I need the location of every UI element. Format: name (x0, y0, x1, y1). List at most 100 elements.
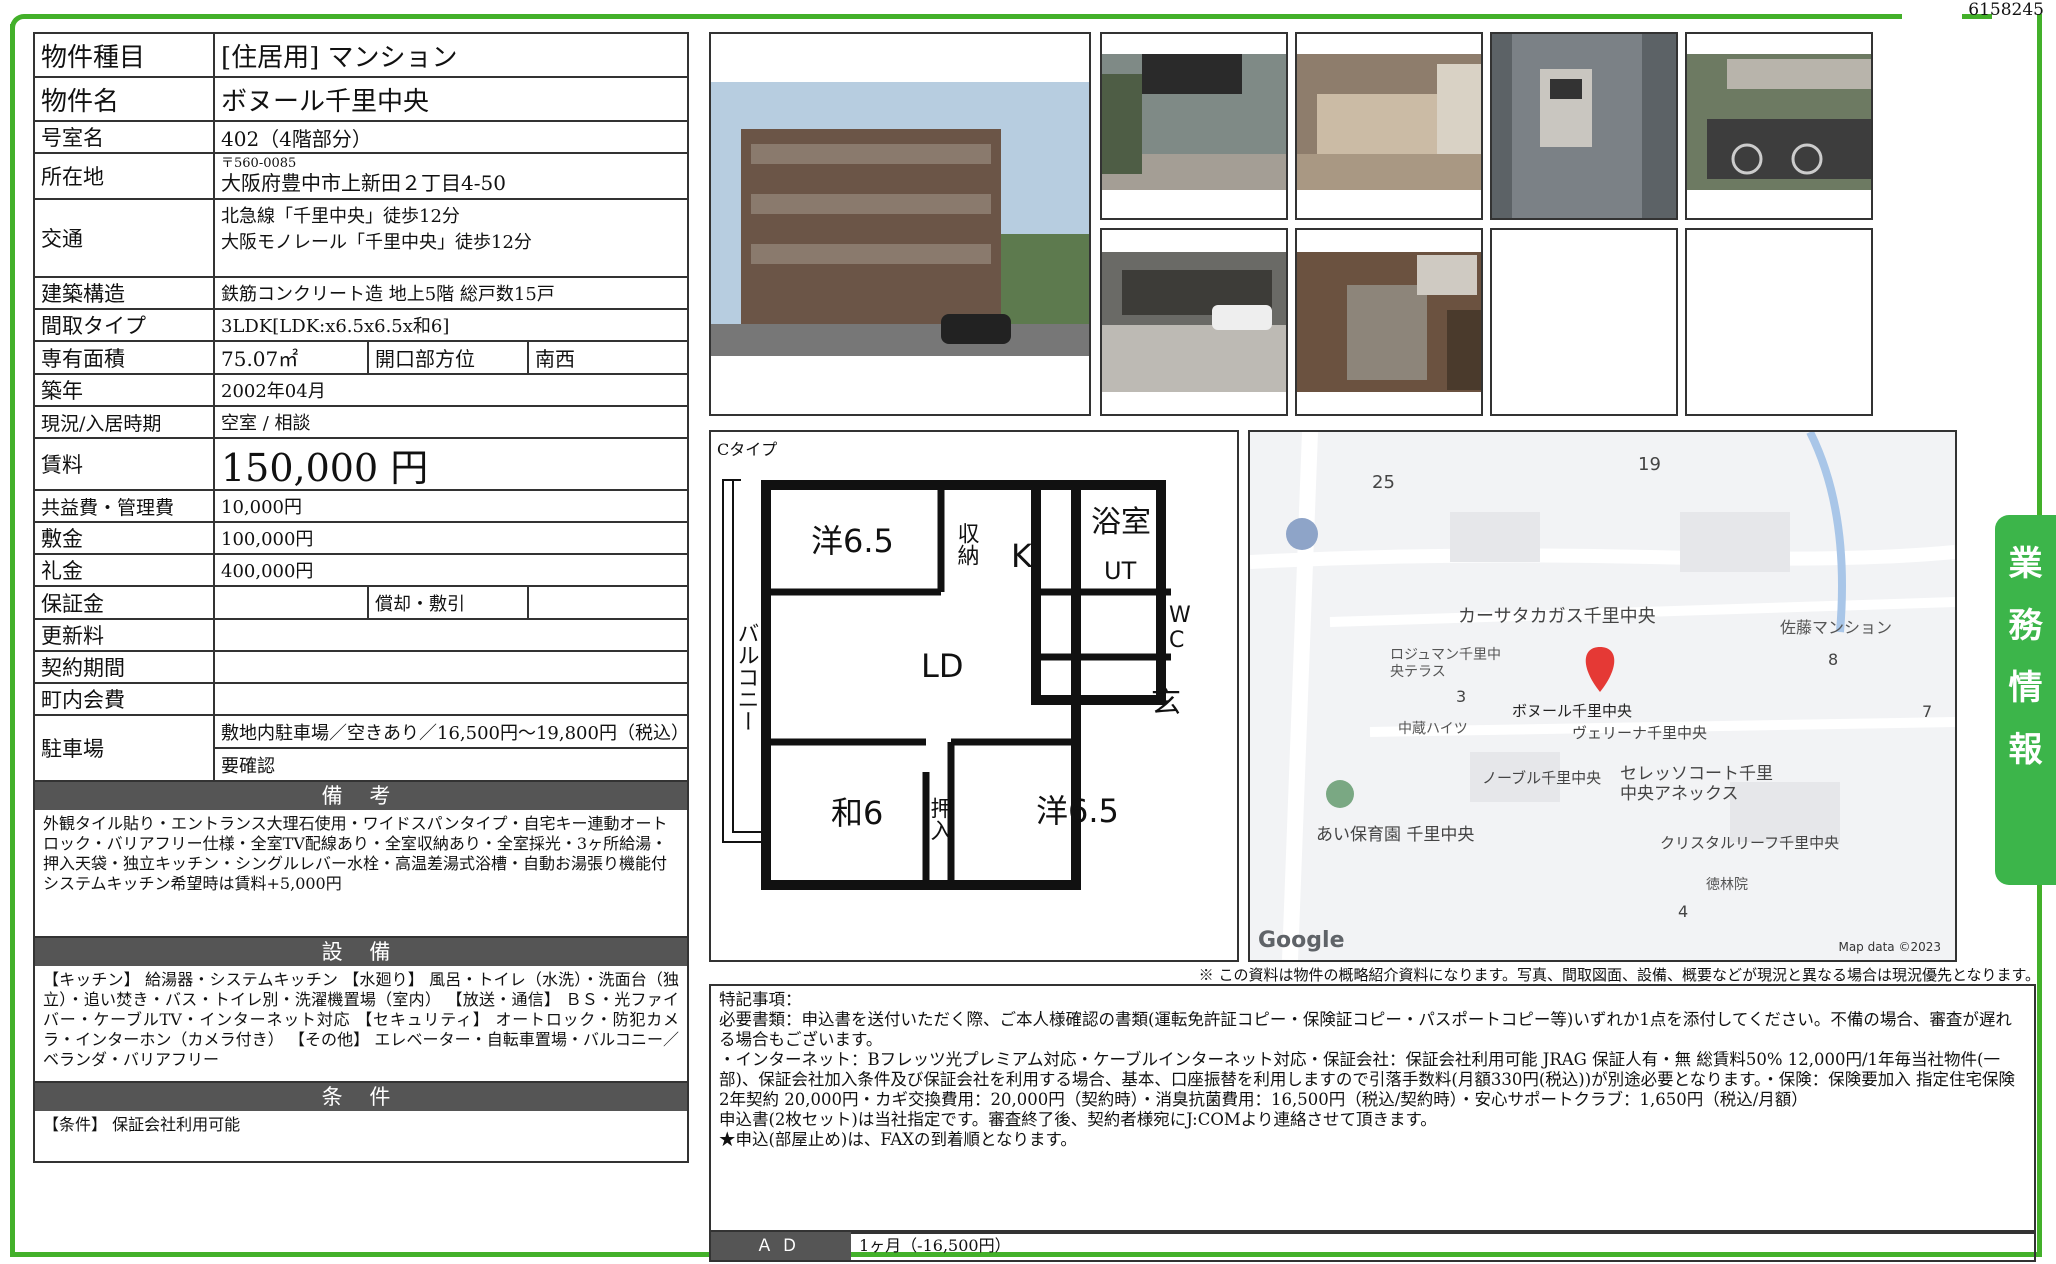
parking-cell: 敷地内駐車場／空きあり／16,500円～19,800円（税込） 要確認 (215, 716, 689, 780)
room-western-1: 洋6.5 (811, 522, 894, 560)
label-contract-period: 契約期間 (35, 652, 215, 682)
special-notes-title: 特記事項： (719, 990, 802, 1009)
room-number: 402（4階部分） (221, 126, 372, 151)
special-notes: 特記事項： 必要書類：申込書を送付いただく際、ご本人様確認の書類(運転免許証コピ… (709, 984, 2036, 1234)
map-label-7: 7 (1922, 702, 1933, 721)
address: 大阪府豊中市上新田２丁目4-50 (221, 171, 506, 195)
postal-code: 〒560-0085 (221, 156, 297, 171)
label-rent: 賃料 (35, 439, 215, 489)
frame-top (40, 14, 1902, 19)
photo-intercom[interactable] (1490, 32, 1678, 220)
remarks-rent-note: システムキッチン希望時は賃料+5,000円 (43, 874, 342, 893)
location-map[interactable]: 25 19 カーサタカガス千里中央 佐藤マンション ロジュマン千里中央テラス 8… (1248, 430, 1957, 962)
ad-label: ＡＤ (711, 1232, 851, 1260)
label-status: 現況/入居時期 (35, 407, 215, 437)
transport-line-2: 大阪モノレール「千里中央」徒歩12分 (221, 232, 532, 253)
label-guarantee: 保証金 (35, 587, 215, 618)
room-closet: 押入 (927, 797, 953, 841)
label-property-name: 物件名 (35, 78, 215, 120)
room-wc-w: W (1169, 603, 1191, 628)
exterior-photo-image (711, 82, 1089, 356)
notes-line-internet: ・インターネット：Bフレッツ光プレミアム対応・ケーブルインターネット対応・保証会… (719, 1050, 2016, 1109)
document-id: 6158245 (1968, 0, 2044, 20)
map-label-19: 19 (1638, 454, 1661, 475)
room-wc-c: C (1169, 628, 1184, 653)
label-address: 所在地 (35, 154, 215, 198)
disclaimer-notice: ※ この資料は物件の概略紹介資料になります。写真、間取図面、設備、概要などが現況… (1198, 966, 2040, 984)
mailboxes-image (1297, 252, 1481, 392)
photo-parking-lot[interactable] (1100, 228, 1288, 416)
room-storage: 収納 (954, 522, 980, 566)
map-label-cerezo: セレッソコート千里中央アネックス (1620, 764, 1773, 804)
label-deposit: 敷金 (35, 523, 215, 553)
map-label-4: 4 (1678, 902, 1689, 921)
renewal-fee (215, 620, 687, 650)
notes-line-application: 申込書(2枚セット)は当社指定です。審査終了後、契約者様宛にJ:COMより連絡さ… (719, 1110, 1437, 1129)
spec-table: 物件種目 [住居用] マンション 物件名 ボヌール千里中央 号室名 402（4階部分）… (33, 32, 689, 1163)
map-label-ai-nursery: あい保育園 千里中央 (1316, 825, 1475, 845)
room-entrance: 玄 (1151, 685, 1181, 720)
photo-lobby[interactable] (1295, 32, 1483, 220)
google-logo: Google (1258, 928, 1345, 953)
layout-type: 3LDK[LDK:x6.5x6.5x和6] (221, 316, 450, 337)
map-label-crystal-leaf: クリスタルリーフ千里中央 (1660, 834, 1840, 852)
remarks-body: 外観タイル貼り・エントランス大理石使用・ワイドスパンタイプ・自宅キー連動オートロ… (35, 810, 687, 938)
map-label-25: 25 (1372, 472, 1395, 493)
label-renewal-fee: 更新料 (35, 620, 215, 650)
deposit: 100,000円 (221, 529, 314, 550)
contract-period (215, 652, 687, 682)
guarantee-value (215, 587, 369, 618)
transport-line-1: 北急線「千里中央」徒歩12分 (221, 206, 460, 227)
management-fee: 10,000円 (221, 497, 302, 518)
map-attribution: Map data ©2023 (1838, 940, 1941, 954)
room-western-2: 洋6.5 (1036, 792, 1119, 830)
business-info-tab-label: 業務情報 (2008, 544, 2043, 770)
label-management-fee: 共益費・管理費 (35, 491, 215, 521)
map-roads (1250, 432, 1955, 960)
room-utility: UT (1104, 557, 1137, 585)
photo-mailboxes[interactable] (1295, 228, 1483, 416)
map-label-tokurinin: 徳林院 (1706, 877, 1748, 893)
photo-bicycle-parking[interactable] (1685, 32, 1873, 220)
notes-line-documents: 必要書類：申込書を送付いただく際、ご本人様確認の書類(運転免許証コピー・保険証コ… (719, 1010, 2012, 1049)
map-label-nakakura: 中蔵ハイツ (1398, 721, 1468, 737)
structure: 鉄筋コンクリート造 地上5階 総戸数15戸 (221, 284, 555, 305)
map-label-casa: カーサタカガス千里中央 (1458, 606, 1656, 627)
intercom-image (1492, 34, 1676, 218)
label-transport: 交通 (35, 200, 215, 276)
rent: 150,000 円 (221, 445, 429, 490)
label-area: 専有面積 (35, 342, 215, 373)
floor-area: 75.07㎡ (215, 342, 369, 373)
property-name: ボヌール千里中央 (221, 86, 430, 117)
business-info-tab[interactable]: 業務情報 (1995, 515, 2056, 885)
conditions-text: 【条件】 保証会社利用可能 (43, 1115, 241, 1134)
conditions-header: 条 件 (35, 1083, 687, 1111)
label-parking: 駐車場 (35, 716, 215, 780)
photo-placeholder-2 (1685, 228, 1873, 416)
label-layout: 間取タイプ (35, 310, 215, 340)
bicycle-parking-image (1687, 54, 1871, 190)
built-year: 2002年04月 (221, 381, 326, 402)
room-kitchen: K (1011, 537, 1033, 575)
label-amortization: 償却・敷引 (369, 587, 529, 618)
room-balcony: バルコニー (734, 622, 759, 732)
floor-plan-drawing: 洋6.5 収納 K 浴室 UT W C LD バルコニー 玄 和6 押入 洋6.… (722, 479, 1191, 890)
room-living-dining: LD (921, 647, 963, 685)
lobby-image (1297, 54, 1481, 190)
floor-plan: Cタイプ 洋6.5 収納 K 浴室 UT W C LD バルコニー 玄 和6 押… (709, 430, 1239, 962)
map-label-noble: ノーブル千里中央 (1482, 769, 1602, 787)
community-fee (215, 684, 687, 714)
label-facing: 開口部方位 (369, 342, 529, 373)
photo-placeholder-1 (1490, 228, 1678, 416)
label-built-year: 築年 (35, 375, 215, 405)
facing-direction: 南西 (535, 347, 575, 371)
map-label-rojuman: ロジュマン千里中央テラス (1390, 647, 1502, 680)
address-cell: 〒560-0085 大阪府豊中市上新田２丁目4-50 (215, 154, 687, 198)
photo-entrance-sign[interactable] (1100, 32, 1288, 220)
map-label-sato: 佐藤マンション (1780, 618, 1893, 637)
photo-exterior[interactable] (709, 32, 1091, 416)
ad-row: ＡＤ 1ヶ月（-16,500円） (709, 1230, 2036, 1262)
parking-details: 敷地内駐車場／空きあり／16,500円～19,800円（税込） (215, 716, 689, 749)
remarks-header: 備 考 (35, 782, 687, 810)
ad-value: 1ヶ月（-16,500円） (859, 1236, 1011, 1255)
